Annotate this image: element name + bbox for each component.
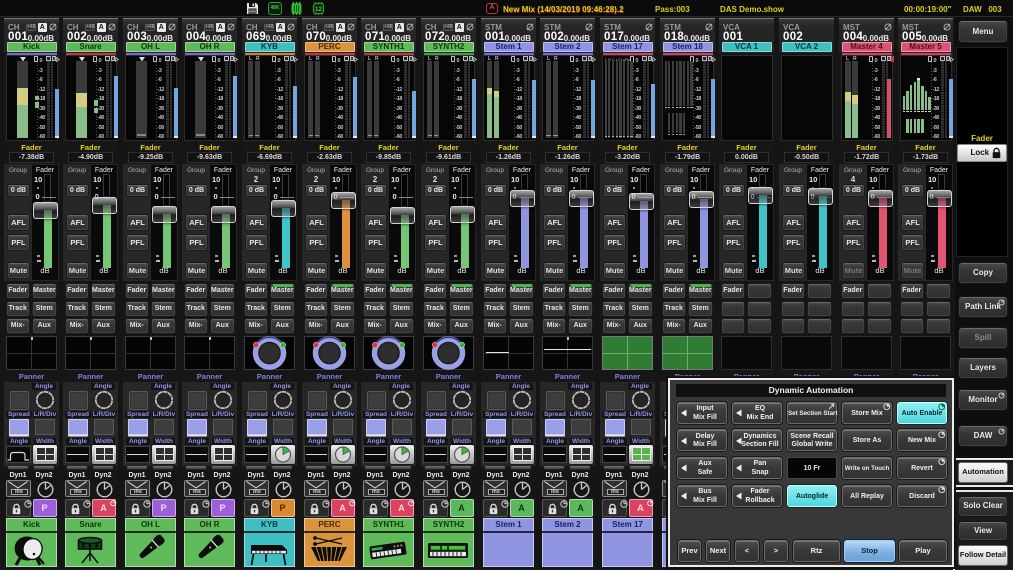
svg-text:12: 12: [315, 6, 323, 13]
